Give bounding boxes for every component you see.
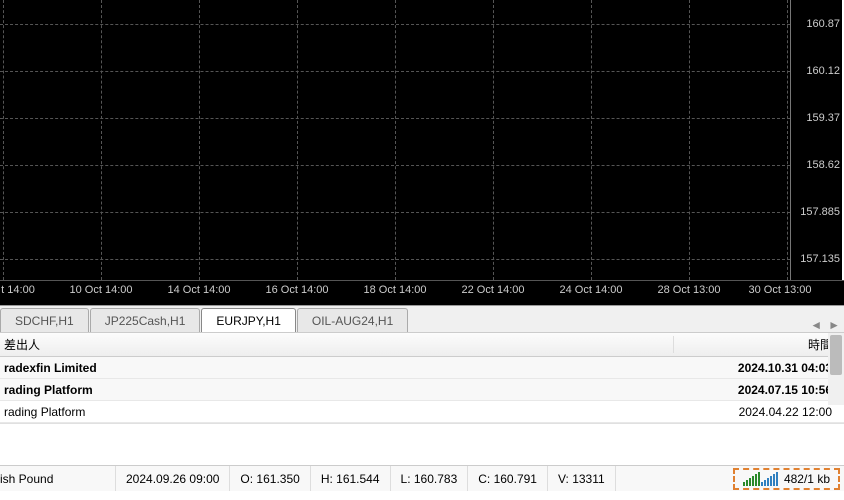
tab-sdchf[interactable]: SDCHF,H1: [0, 308, 89, 332]
tab-jp225cash[interactable]: JP225Cash,H1: [90, 308, 201, 332]
status-open: O: 161.350: [230, 466, 310, 491]
status-low: L: 160.783: [391, 466, 469, 491]
y-tick: 160.87: [806, 18, 840, 30]
column-header-sender[interactable]: 差出人: [0, 336, 674, 353]
x-tick: 22 Oct 14:00: [462, 284, 525, 296]
y-tick: 157.885: [800, 206, 840, 218]
column-header-time[interactable]: 時間: [674, 336, 844, 353]
table-row[interactable]: rading Platform 2024.04.22 12:00: [0, 401, 844, 423]
status-volume: V: 13311: [548, 466, 616, 491]
x-axis: t 14:00 10 Oct 14:00 14 Oct 14:00 16 Oct…: [0, 280, 844, 305]
chart-grid[interactable]: [0, 0, 790, 280]
panel-gap: [0, 423, 844, 465]
tabs-scroll-left-icon[interactable]: ◄: [810, 318, 822, 332]
x-tick: 14 Oct 14:00: [168, 284, 231, 296]
status-symbol: ish Pound: [0, 466, 116, 491]
table-header: 差出人 時間: [0, 333, 844, 357]
cell-time: 2024.07.15 10:56: [674, 383, 844, 397]
x-tick: t 14:00: [1, 284, 35, 296]
table-row[interactable]: rading Platform 2024.07.15 10:56: [0, 379, 844, 401]
status-high: H: 161.544: [311, 466, 391, 491]
scrollbar-thumb[interactable]: [830, 335, 842, 375]
status-close: C: 160.791: [468, 466, 548, 491]
y-tick: 158.62: [806, 159, 840, 171]
mailbox-table: 差出人 時間 radexfin Limited 2024.10.31 04:03…: [0, 333, 844, 423]
cell-time: 2024.10.31 04:03: [674, 361, 844, 375]
cell-sender: rading Platform: [0, 383, 674, 397]
x-tick: 24 Oct 14:00: [560, 284, 623, 296]
tab-oil-aug24[interactable]: OIL-AUG24,H1: [297, 308, 408, 332]
x-tick: 18 Oct 14:00: [364, 284, 427, 296]
x-tick: 16 Oct 14:00: [266, 284, 329, 296]
tabs-nav: ◄ ►: [810, 318, 844, 332]
status-bar: ish Pound 2024.09.26 09:00 O: 161.350 H:…: [0, 465, 844, 491]
cell-time: 2024.04.22 12:00: [674, 405, 844, 419]
y-axis: 160.87 160.12 159.37 158.62 157.885 157.…: [790, 0, 844, 280]
y-tick: 157.135: [800, 253, 840, 265]
connection-text: 482/1 kb: [784, 472, 830, 486]
table-row[interactable]: radexfin Limited 2024.10.31 04:03: [0, 357, 844, 379]
x-tick: 30 Oct 13:00: [749, 284, 812, 296]
price-chart[interactable]: 160.87 160.12 159.37 158.62 157.885 157.…: [0, 0, 844, 280]
signal-icon: [743, 472, 778, 486]
connection-status[interactable]: 482/1 kb: [733, 468, 840, 490]
cell-sender: radexfin Limited: [0, 361, 674, 375]
vertical-scrollbar[interactable]: [828, 333, 844, 405]
chart-tabs-bar: SDCHF,H1 JP225Cash,H1 EURJPY,H1 OIL-AUG2…: [0, 305, 844, 333]
y-tick: 160.12: [806, 65, 840, 77]
x-tick: 28 Oct 13:00: [658, 284, 721, 296]
status-datetime: 2024.09.26 09:00: [116, 466, 230, 491]
cell-sender: rading Platform: [0, 405, 674, 419]
tabs-scroll-right-icon[interactable]: ►: [828, 318, 840, 332]
x-tick: 10 Oct 14:00: [70, 284, 133, 296]
tab-eurjpy[interactable]: EURJPY,H1: [201, 308, 295, 332]
y-tick: 159.37: [806, 112, 840, 124]
